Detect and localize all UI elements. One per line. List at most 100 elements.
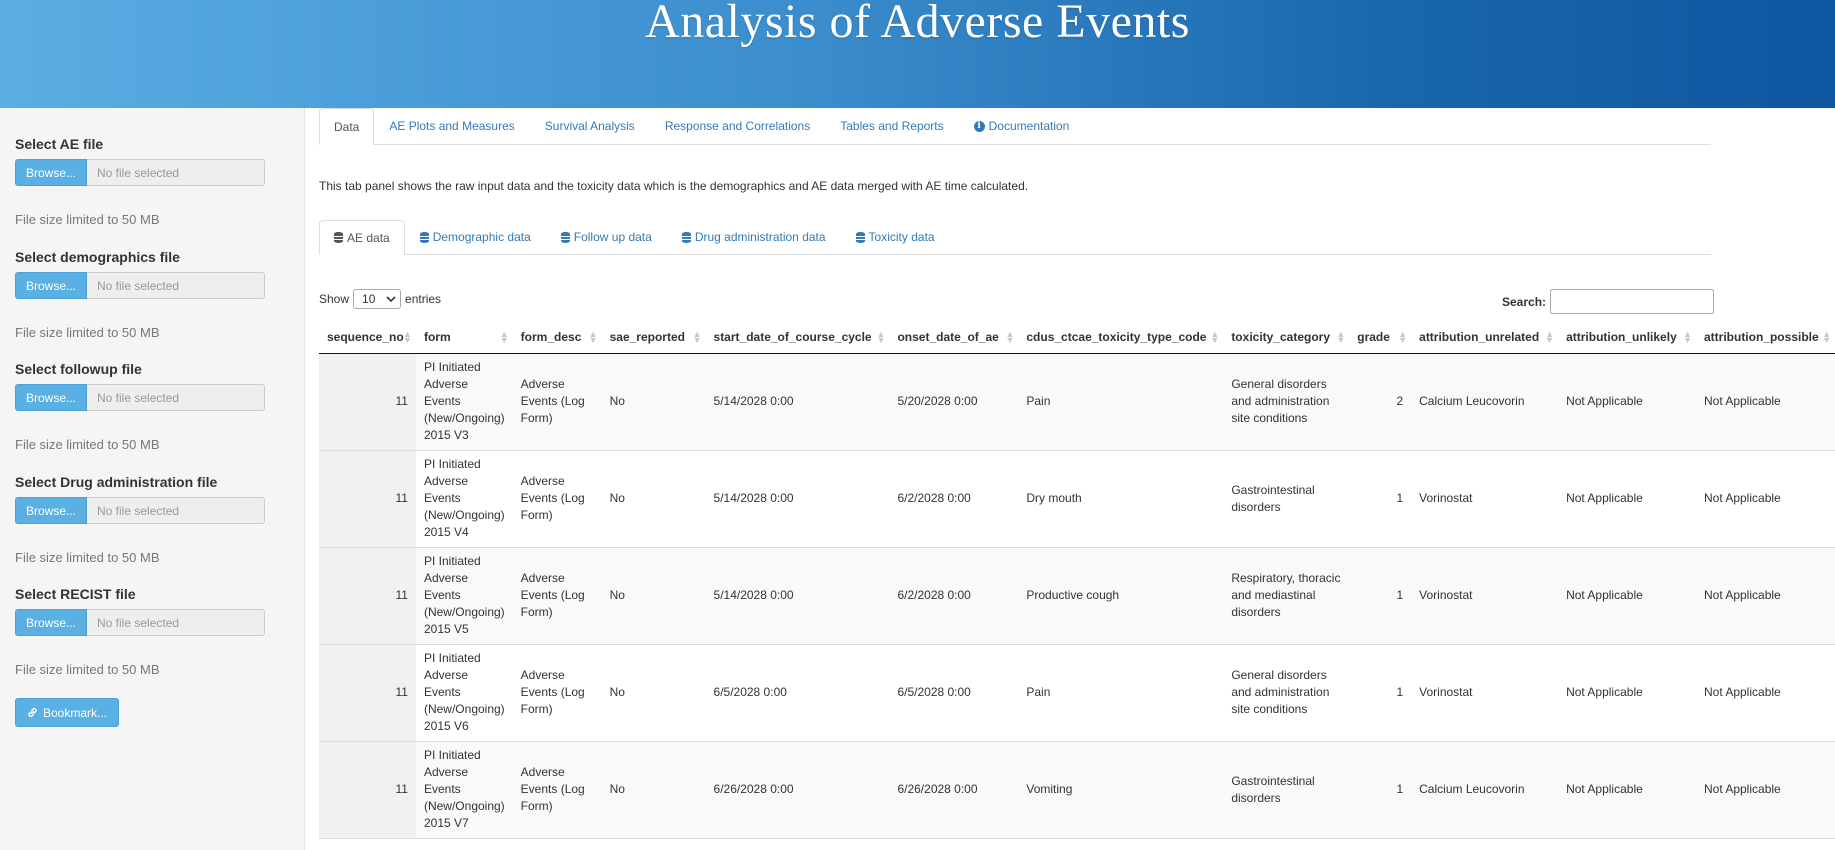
- database-icon: [334, 232, 343, 243]
- column-header-label: start_date_of_course_cycle: [713, 329, 872, 344]
- table-cell-attribution-possible: Not Applicable: [1695, 547, 1835, 645]
- column-header-form-desc[interactable]: form_desc ▲ ▼: [512, 321, 602, 354]
- table-cell-form-desc: Adverse Events (Log Form): [512, 353, 602, 451]
- column-header-label: form_desc: [520, 329, 582, 344]
- table-cell-form-desc: Adverse Events (Log Form): [512, 741, 602, 839]
- recist-file-help: File size limited to 50 MB: [15, 662, 160, 677]
- sort-icon: ▲ ▼: [692, 329, 702, 345]
- column-header-sequence-no[interactable]: sequence_no ▲ ▼: [319, 321, 416, 354]
- subtab-drug-admin-data-label: Drug administration data: [694, 230, 826, 244]
- table-cell-toxicity-category: General disorders and administration sit…: [1223, 353, 1350, 451]
- column-header-attribution-unlikely[interactable]: attribution_unlikely ▲ ▼: [1558, 321, 1696, 354]
- demographics-file-input-group: Select demographics file Browse... No fi…: [15, 249, 270, 340]
- table-cell-sequence-no: 11: [319, 741, 416, 839]
- column-header-label: sae_reported: [609, 329, 685, 344]
- tab-documentation[interactable]: i Documentation: [959, 108, 1085, 144]
- column-header-form[interactable]: form ▲ ▼: [415, 321, 513, 354]
- table-cell-attribution-unrelated: Calcium Leucovorin: [1411, 741, 1559, 839]
- table-cell-form: PI Initiated Adverse Events (New/Ongoing…: [415, 547, 513, 645]
- table-cell-attribution-unlikely: Not Applicable: [1558, 741, 1696, 839]
- table-cell-attribution-unrelated: Vorinostat: [1411, 450, 1559, 548]
- drug-admin-file-name[interactable]: No file selected: [87, 497, 265, 524]
- ae-file-name[interactable]: No file selected: [87, 159, 265, 186]
- table-cell-grade: 1: [1349, 644, 1412, 742]
- column-header-start-date-of-course-cycle[interactable]: start_date_of_course_cycle ▲ ▼: [705, 321, 890, 354]
- tab-ae-plots[interactable]: AE Plots and Measures: [374, 108, 529, 144]
- column-header-sae-reported[interactable]: sae_reported ▲ ▼: [601, 321, 706, 354]
- recist-file-name[interactable]: No file selected: [87, 609, 265, 636]
- table-cell-onset-date-of-ae: 6/26/2028 0:00: [889, 741, 1019, 839]
- subtab-demographic-data[interactable]: Demographic data: [405, 220, 546, 254]
- column-header-toxicity-category[interactable]: toxicity_category ▲ ▼: [1223, 321, 1350, 354]
- recist-file-label: Select RECIST file: [15, 586, 136, 602]
- table-row: 11 PI Initiated Adverse Events (New/Ongoi…: [319, 741, 1835, 839]
- table-cell-onset-date-of-ae: 6/2/2028 0:00: [889, 547, 1019, 645]
- sort-icon: ▲ ▼: [403, 329, 412, 345]
- page-title: Analysis of Adverse Events: [645, 0, 1190, 48]
- subtab-toxicity-data[interactable]: Toxicity data: [841, 220, 950, 254]
- tab-survival-analysis[interactable]: Survival Analysis: [530, 108, 650, 144]
- tab-data[interactable]: Data: [319, 108, 375, 145]
- column-header-grade[interactable]: grade ▲ ▼: [1349, 321, 1412, 354]
- table-cell-toxicity-category: General disorders and administration sit…: [1223, 644, 1350, 742]
- column-header-attribution-possible[interactable]: attribution_possible ▲ ▼: [1695, 321, 1835, 354]
- subtab-ae-data[interactable]: AE data: [319, 220, 405, 255]
- column-header-label: toxicity_category: [1231, 329, 1331, 344]
- table-cell-sae-reported: No: [601, 741, 706, 839]
- table-cell-attribution-possible: Not Applicable: [1695, 353, 1835, 451]
- table-cell-sae-reported: No: [601, 450, 706, 548]
- column-header-label: attribution_possible: [1703, 329, 1819, 344]
- table-cell-sequence-no: 11: [319, 450, 416, 548]
- drug-admin-file-input[interactable]: Browse... No file selected: [15, 497, 270, 524]
- table-cell-grade: 1: [1349, 547, 1412, 645]
- table-cell-attribution-unlikely: Not Applicable: [1558, 644, 1696, 742]
- demographics-file-name[interactable]: No file selected: [87, 272, 265, 299]
- followup-file-input[interactable]: Browse... No file selected: [15, 384, 270, 411]
- table-cell-onset-date-of-ae: 5/20/2028 0:00: [889, 353, 1019, 451]
- subtab-follow-up-data[interactable]: Follow up data: [546, 220, 667, 254]
- ae-file-label: Select AE file: [15, 136, 104, 152]
- demographics-browse-button[interactable]: Browse...: [15, 272, 87, 299]
- table-cell-toxicity-category: Gastrointestinal disorders: [1223, 450, 1350, 548]
- table-cell-form: PI Initiated Adverse Events (New/Ongoing…: [415, 644, 513, 742]
- column-header-attribution-unrelated[interactable]: attribution_unrelated ▲ ▼: [1411, 321, 1559, 354]
- subtab-drug-admin-data[interactable]: Drug administration data: [667, 220, 841, 254]
- table-cell-form-desc: Adverse Events (Log Form): [512, 450, 602, 548]
- column-header-label: form: [423, 329, 451, 344]
- bookmark-button[interactable]: Bookmark...: [15, 698, 120, 727]
- search-input[interactable]: [1550, 289, 1715, 314]
- followup-file-label: Select followup file: [15, 361, 142, 377]
- tab-response-correlations[interactable]: Response and Correlations: [650, 108, 825, 144]
- panel-description: This tab panel shows the raw input data …: [319, 179, 1029, 193]
- subtab-toxicity-data-label: Toxicity data: [868, 230, 935, 244]
- ae-file-input-group: Select AE file Browse... No file selecte…: [15, 136, 270, 227]
- followup-file-help: File size limited to 50 MB: [15, 437, 160, 452]
- demographics-file-input[interactable]: Browse... No file selected: [15, 272, 270, 299]
- table-cell-sequence-no: 11: [319, 353, 416, 451]
- bookmark-label: Bookmark...: [43, 705, 108, 720]
- ae-file-help: File size limited to 50 MB: [15, 212, 160, 227]
- followup-file-input-group: Select followup file Browse... No file s…: [15, 361, 270, 452]
- column-header-label: onset_date_of_ae: [897, 329, 999, 344]
- tab-documentation-label: Documentation: [988, 119, 1070, 133]
- recist-file-input[interactable]: Browse... No file selected: [15, 609, 270, 636]
- followup-file-name[interactable]: No file selected: [87, 384, 265, 411]
- subtab-follow-up-data-label: Follow up data: [573, 230, 652, 244]
- column-header-onset-date-of-ae[interactable]: onset_date_of_ae ▲ ▼: [889, 321, 1019, 354]
- info-circle-icon: i: [973, 120, 985, 132]
- entries-select[interactable]: 10: [353, 289, 402, 309]
- main-panel: Data AE Plots and Measures Survival Anal…: [319, 108, 1835, 850]
- followup-browse-button[interactable]: Browse...: [15, 384, 87, 411]
- ae-browse-button[interactable]: Browse...: [15, 159, 87, 186]
- database-icon: [681, 231, 691, 243]
- table-cell-attribution-unlikely: Not Applicable: [1558, 450, 1696, 548]
- table-cell-cdus-ctcae-toxicity-type-code: Pain: [1018, 353, 1224, 451]
- recist-browse-button[interactable]: Browse...: [15, 609, 87, 636]
- column-header-cdus-ctcae-toxicity-type-code[interactable]: cdus_ctcae_toxicity_type_code ▲ ▼: [1018, 321, 1224, 354]
- drug-admin-browse-button[interactable]: Browse...: [15, 497, 87, 524]
- tab-tables-reports[interactable]: Tables and Reports: [825, 108, 958, 144]
- ae-file-input[interactable]: Browse... No file selected: [15, 159, 270, 186]
- entries-value: 10: [362, 292, 376, 306]
- ae-data-table: sequence_no ▲ ▼ form ▲ ▼ form_desc ▲ ▼ sae_report…: [319, 321, 1835, 850]
- table-row: 11 PI Initiated Adverse Events (New/Ongoi…: [319, 644, 1835, 742]
